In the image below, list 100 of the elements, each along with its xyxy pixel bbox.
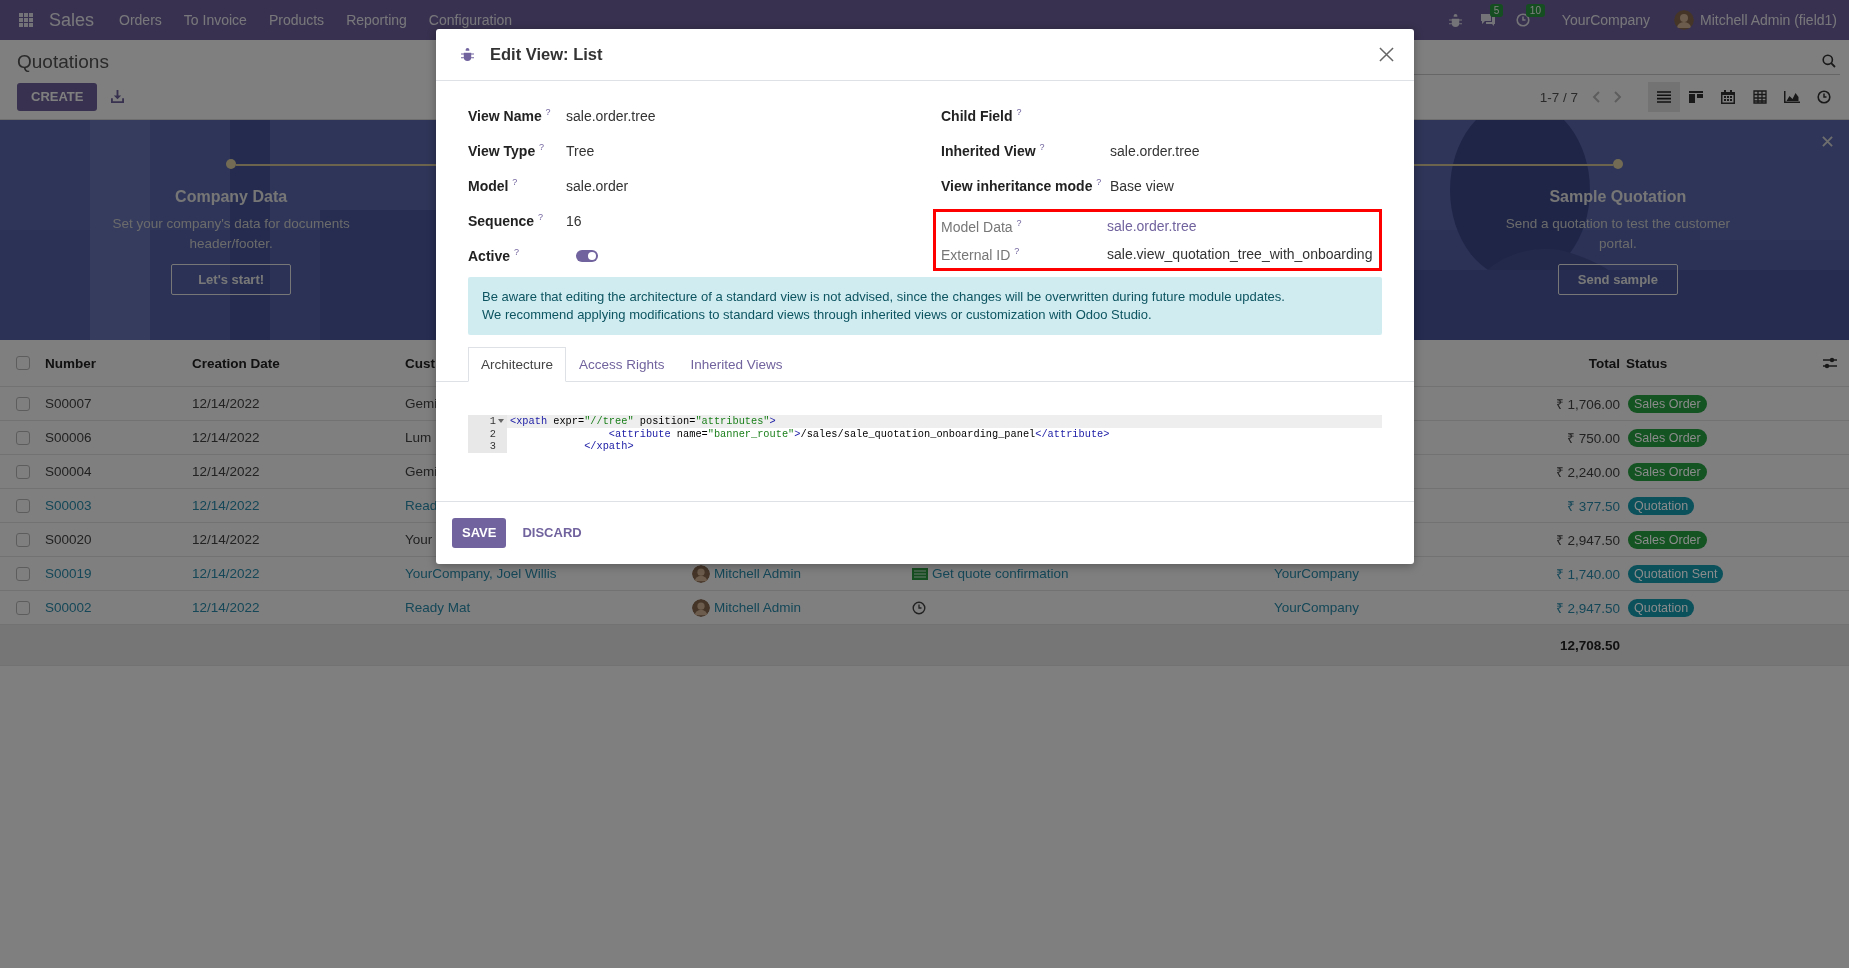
field-label: Model Data $^{?}$ <box>941 217 1023 235</box>
table-cell: Read <box>405 498 438 513</box>
table-cell: YourCompany, Joel Willis <box>405 566 557 581</box>
status-badge: Sales Order <box>1628 462 1707 481</box>
checkbox[interactable] <box>15 356 30 370</box>
field-label: Inherited View $^{?}$ <box>941 142 1046 159</box>
table-cell: S00003 <box>45 498 92 513</box>
list-view-button[interactable] <box>1648 82 1680 112</box>
dialog-title: Edit View: List <box>490 45 603 64</box>
download-icon[interactable] <box>111 90 125 103</box>
table-grid-icon[interactable] <box>1753 90 1767 104</box>
bug-icon[interactable] <box>1448 13 1462 27</box>
checkbox[interactable] <box>15 396 30 411</box>
table-cell-text: ₹ 377.50 <box>1566 497 1621 515</box>
pager-value[interactable]: 1-7 / 7 <box>1539 89 1578 105</box>
step-description: Send a quotation to test the customer portal. <box>1504 215 1732 253</box>
toggle-switch[interactable] <box>576 249 598 262</box>
table-cell-text: ₹ 2,240.00 <box>1555 463 1621 481</box>
kanban-icon[interactable] <box>1689 91 1703 103</box>
settings-icon[interactable] <box>1822 357 1837 369</box>
apps-menu-icon[interactable] <box>19 13 33 27</box>
field-label: Sequence $^{?}$ <box>468 212 545 229</box>
chat-icon[interactable] <box>1479 13 1496 27</box>
step-button[interactable]: Send sample <box>1557 264 1678 295</box>
calendar-icon[interactable] <box>1721 90 1735 104</box>
table-cell: 12/14/2022 <box>192 396 260 411</box>
status-badge: Sales Order <box>1628 428 1707 447</box>
tab[interactable]: Inherited Views <box>677 347 796 382</box>
checkbox[interactable] <box>15 532 30 547</box>
bug-icon <box>461 48 474 61</box>
field-label: View inheritance mode $^{?}$ <box>941 177 1103 194</box>
discard-button[interactable]: DISCARD <box>516 524 588 541</box>
create-button[interactable]: CREATE <box>17 82 98 111</box>
table-cell: Mitchell Admin <box>714 566 802 581</box>
line-number: 2 <box>489 427 496 440</box>
close-icon[interactable] <box>1379 47 1394 62</box>
status-badge: Quotation <box>1628 598 1695 617</box>
table-cell: 12/14/2022 <box>192 498 260 513</box>
table-cell: Gemi <box>405 464 438 479</box>
step-button[interactable]: Let's start! <box>171 264 292 295</box>
column-header[interactable]: Cust <box>405 355 435 371</box>
area-chart-icon[interactable] <box>1784 91 1800 103</box>
code-line: <xpath expr="//tree" position="attributes"> <box>509 415 776 428</box>
table-cell: S00020 <box>45 532 92 547</box>
alert-text: Be aware that editing the architecture of a standard view is not advised, since the changes will be overwritten during future module updates. <box>482 288 1286 306</box>
table-cell: 12/14/2022 <box>192 464 260 479</box>
field-value: sale.view_quotation_tree_with_onboarding <box>1107 246 1373 262</box>
table-cell: S00002 <box>45 600 92 615</box>
column-header[interactable]: Total <box>1588 355 1626 371</box>
line-number: 3 <box>489 440 496 453</box>
field-link[interactable]: sale.order.tree <box>1107 218 1197 234</box>
todo-list-icon[interactable] <box>912 567 928 580</box>
table-cell: 12/14/2022 <box>192 430 260 445</box>
field-label: View Type $^{?}$ <box>468 142 546 159</box>
code-editor[interactable]: 1 <xpath expr="//tree" position="attributes"> 2 <attribute name="banner_route">/sales/sale_quotation_onboarding_panel</attribute> 3 </xpath> <box>468 415 1382 453</box>
menu-item[interactable]: Orders <box>108 12 173 28</box>
table-cell-text: ₹ 2,947.50 <box>1555 531 1621 549</box>
checkbox[interactable] <box>15 464 30 479</box>
menu-item[interactable]: Products <box>257 12 336 28</box>
app-name[interactable]: Sales <box>49 9 95 31</box>
clock-icon[interactable] <box>912 600 926 615</box>
fold-icon[interactable] <box>498 419 504 424</box>
checkbox[interactable] <box>15 430 30 445</box>
step-dot <box>1612 159 1623 169</box>
menu-item[interactable]: To Invoice <box>172 12 258 28</box>
column-header[interactable]: Number <box>45 355 96 371</box>
status-badge: Quotation <box>1628 496 1695 515</box>
table-cell: S00019 <box>45 566 92 581</box>
checkbox[interactable] <box>15 566 30 581</box>
column-header[interactable]: Creation Date <box>192 355 280 371</box>
tab[interactable]: Architecture <box>468 347 567 382</box>
table-cell: S00004 <box>45 464 92 479</box>
table-cell: Mitchell Admin <box>714 600 802 615</box>
field-label: Active $^{?}$ <box>468 247 520 264</box>
user-menu[interactable]: Mitchell Admin (field1) <box>1700 12 1837 28</box>
step-title: Sample Quotation <box>1549 188 1687 206</box>
checkbox[interactable] <box>15 498 30 513</box>
code-line: </xpath> <box>583 440 634 453</box>
table-cell-text: ₹ 1,706.00 <box>1555 395 1621 413</box>
activity-link[interactable]: Get quote confirmation <box>932 566 1069 581</box>
table-cell: S00007 <box>45 396 92 411</box>
list-icon[interactable] <box>1657 91 1671 103</box>
search-icon[interactable] <box>1822 54 1836 68</box>
clock-icon[interactable] <box>1817 90 1831 104</box>
company-switcher[interactable]: YourCompany <box>1561 12 1651 28</box>
line-number: 1 <box>489 415 496 428</box>
field-value: sale.order.tree <box>1110 142 1200 159</box>
menu-item[interactable]: Configuration <box>417 12 524 28</box>
column-header[interactable]: Status <box>1626 355 1668 371</box>
count-badge: 5 <box>1489 4 1504 17</box>
code-line: <attribute name="banner_route">/sales/sale_quotation_onboarding_panel</attribute> <box>607 427 1110 440</box>
avatar <box>692 564 710 583</box>
checkbox[interactable] <box>15 600 30 615</box>
table-cell-text: ₹ 1,740.00 <box>1555 565 1621 583</box>
menu-item[interactable]: Reporting <box>335 12 418 28</box>
grand-total: 12,708.50 <box>1559 637 1621 653</box>
field-value: Base view <box>1110 177 1174 194</box>
table-cell: 12/14/2022 <box>192 532 260 547</box>
tab[interactable]: Access Rights <box>566 347 678 382</box>
save-button[interactable]: SAVE <box>452 517 507 548</box>
